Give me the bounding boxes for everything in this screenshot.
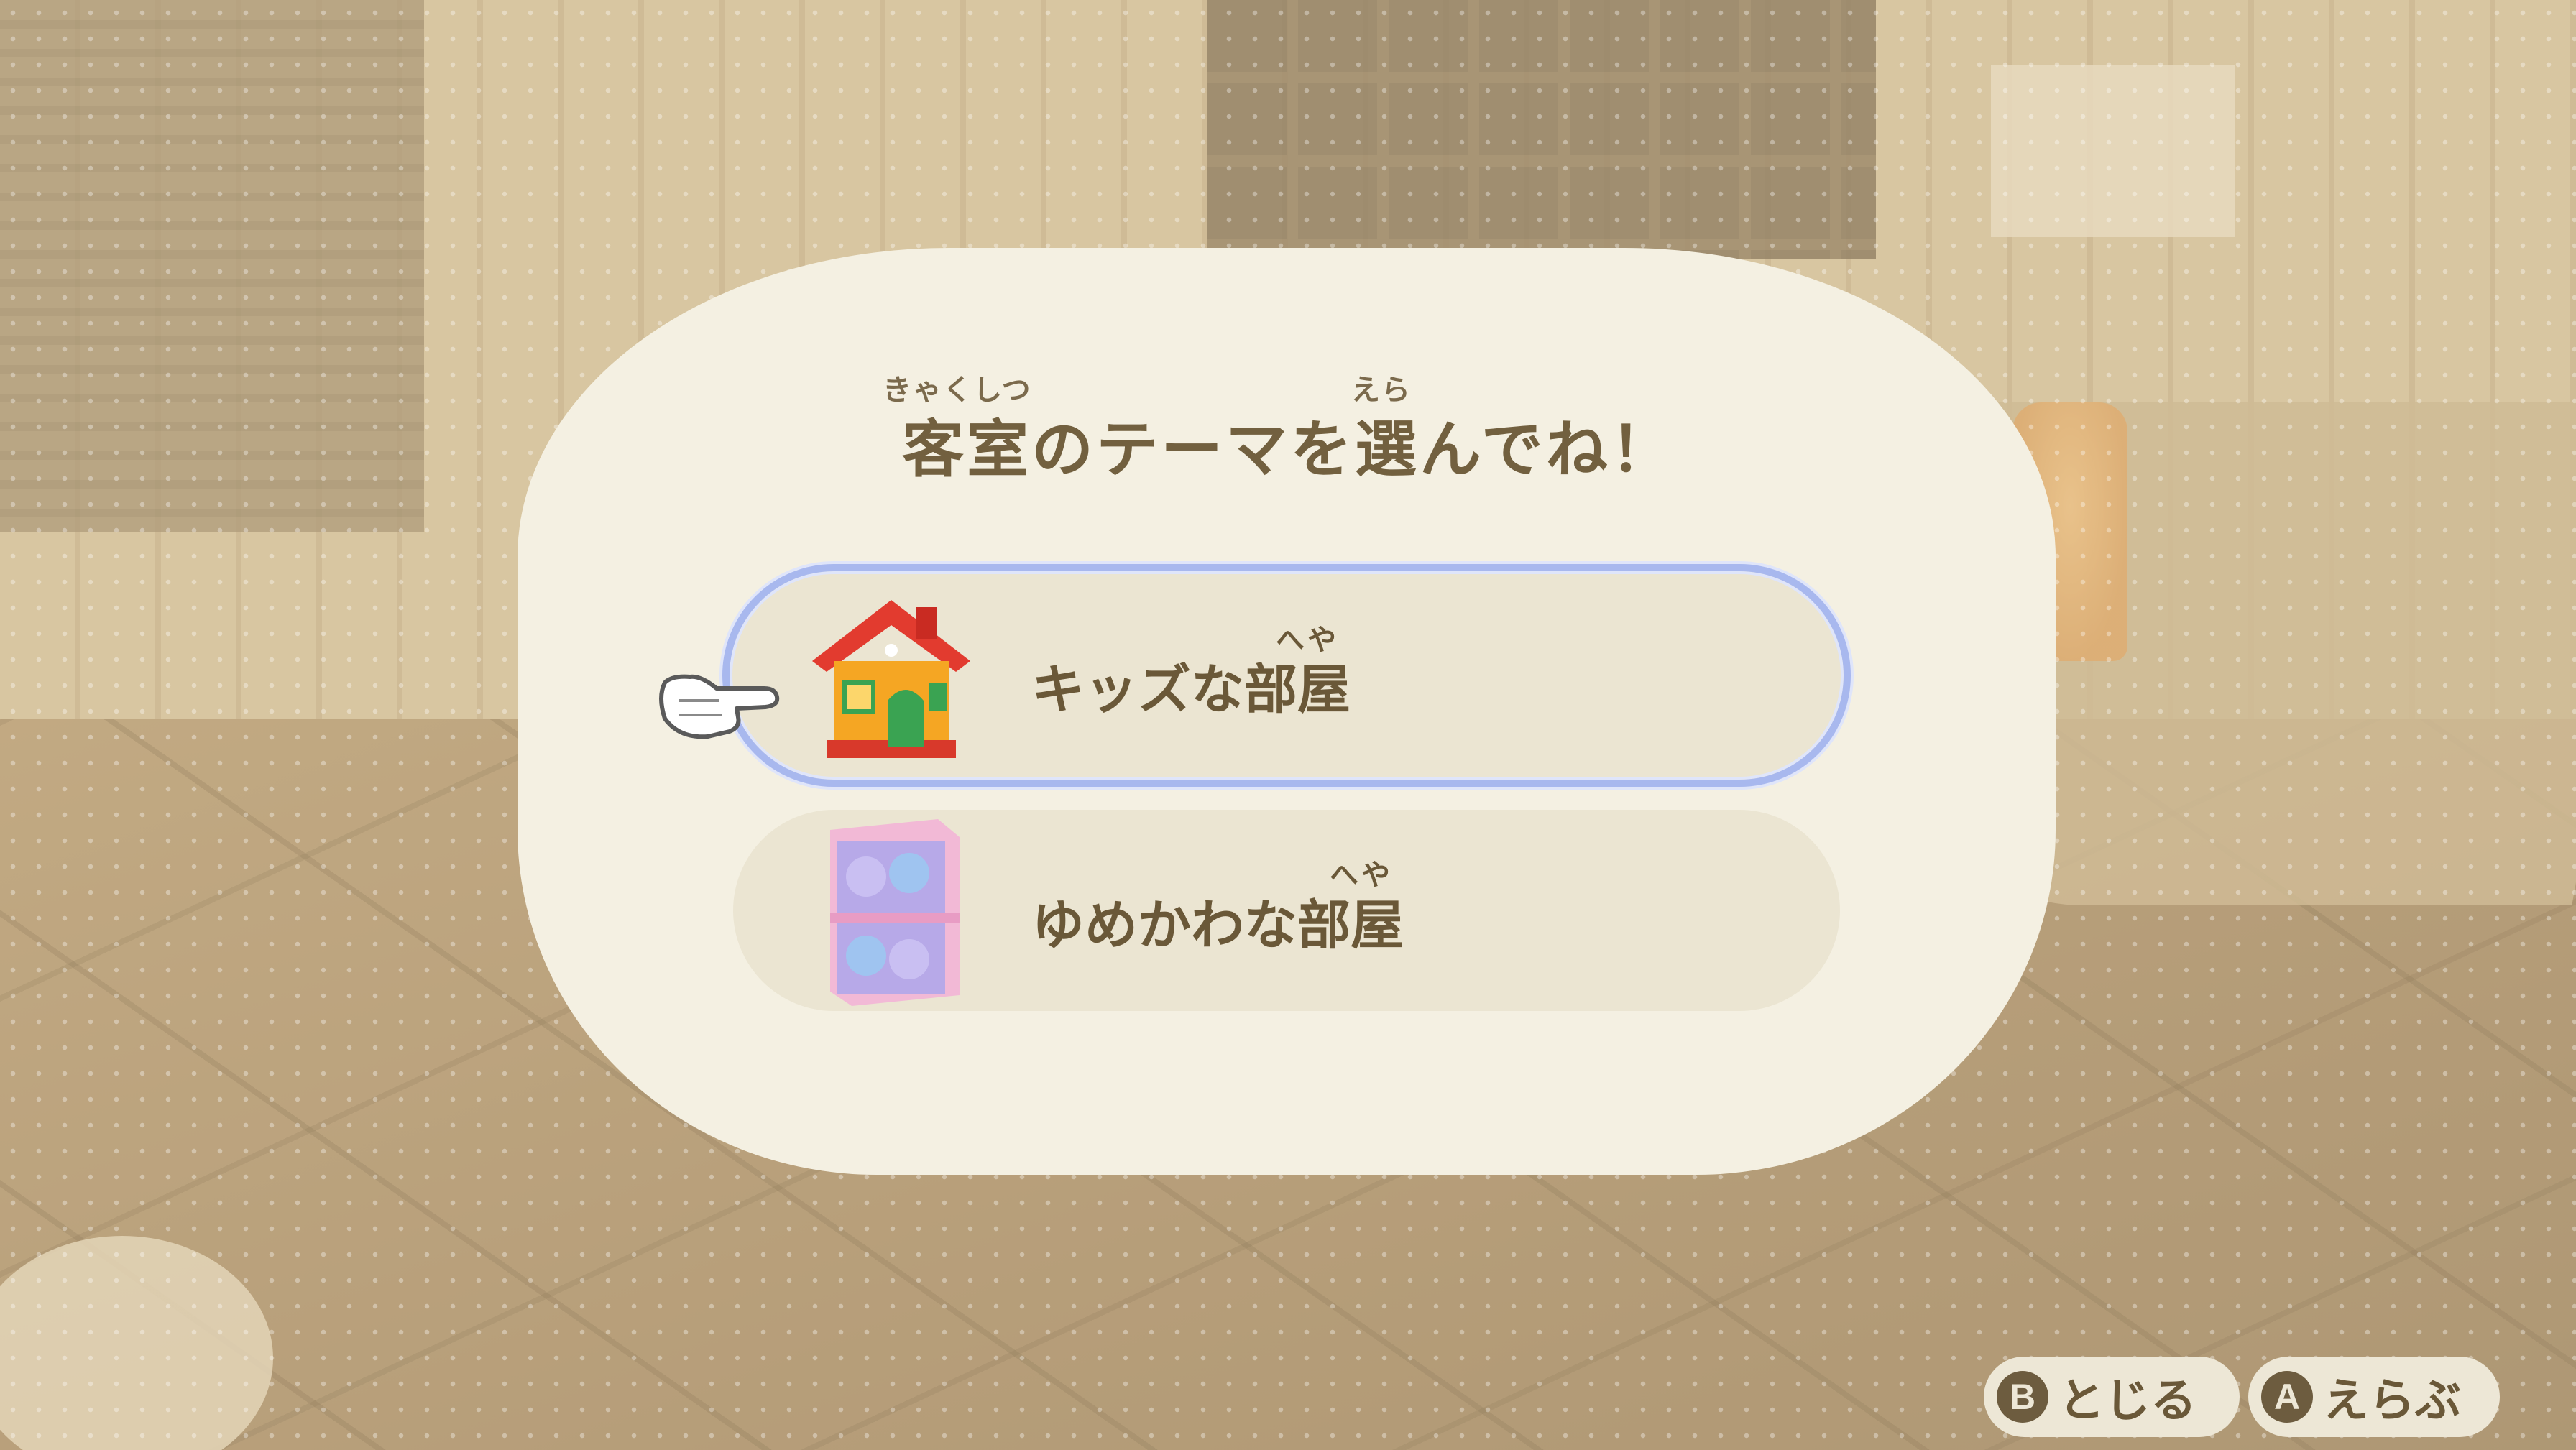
toy-house-icon — [812, 600, 970, 758]
close-label: とじる — [2058, 1375, 2196, 1428]
select-label: えらぶ — [2323, 1375, 2461, 1428]
b-button-icon: B — [1997, 1371, 2048, 1423]
option-label: ゆめかわな部屋 — [1031, 895, 1404, 956]
a-button-icon: A — [2261, 1371, 2313, 1423]
hand-pointer-icon — [659, 674, 780, 739]
select-button-prompt[interactable]: A えらぶ — [2248, 1357, 2500, 1437]
pastel-bear-shelf-icon — [830, 819, 960, 1006]
option-label: キッズな部屋 — [1031, 659, 1351, 721]
close-button-prompt[interactable]: B とじる — [1984, 1357, 2240, 1437]
dialog-title: 客室のテーマを選んでね！ — [902, 414, 1675, 486]
